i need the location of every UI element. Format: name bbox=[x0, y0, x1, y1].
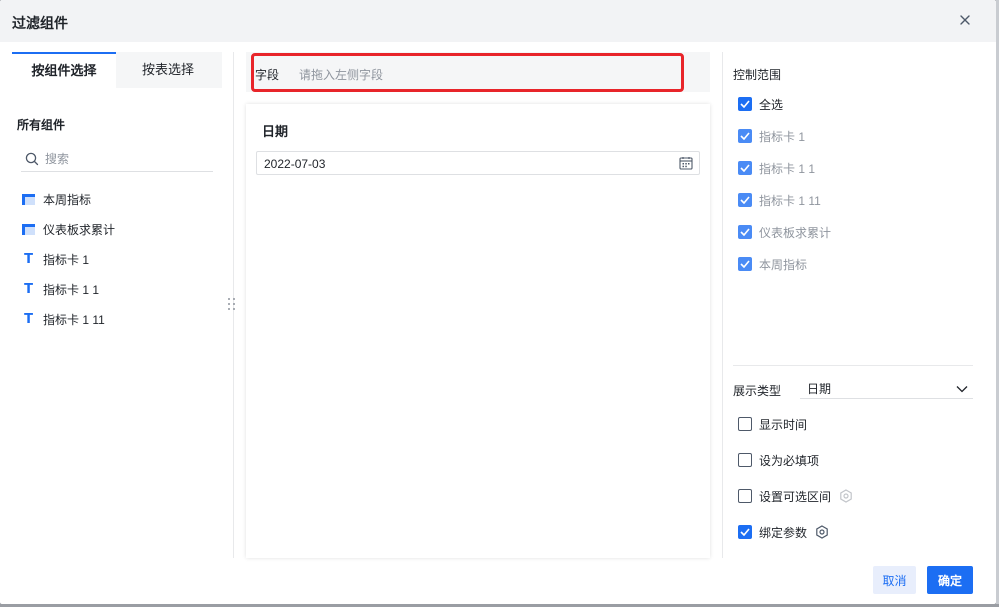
checkbox-label: 指标卡 1 1 bbox=[759, 161, 816, 176]
confirm-button[interactable]: 确定 bbox=[927, 566, 973, 594]
component-selector-panel: 按组件选择 按表选择 所有组件 本周指标 仪表板求累计 T 指 bbox=[12, 52, 222, 558]
checkbox-label: 仪表板求累计 bbox=[759, 225, 832, 240]
cancel-button[interactable]: 取消 bbox=[873, 566, 916, 594]
checkbox-bind-parameter[interactable]: 绑定参数 bbox=[738, 524, 829, 540]
text-icon: T bbox=[24, 251, 33, 267]
tab-by-component[interactable]: 按组件选择 bbox=[12, 52, 116, 88]
right-splitter bbox=[722, 52, 723, 558]
search-input[interactable] bbox=[45, 152, 195, 166]
checkbox-label: 设为必填项 bbox=[759, 453, 820, 468]
list-item-metric-card-1-1[interactable]: T 指标卡 1 1 bbox=[22, 274, 212, 304]
date-value: 2022-07-03 bbox=[264, 157, 326, 171]
component-search bbox=[21, 147, 213, 172]
table-icon bbox=[22, 223, 35, 236]
chevron-down-icon bbox=[956, 382, 968, 396]
checkbox-checked-icon bbox=[738, 525, 752, 539]
display-type-value: 日期 bbox=[807, 382, 832, 396]
checkbox-label: 指标卡 1 11 bbox=[759, 193, 821, 208]
checkbox-metric-card-1-11[interactable]: 指标卡 1 11 bbox=[738, 192, 821, 208]
display-type-select[interactable]: 日期 bbox=[800, 375, 973, 399]
checkbox-label: 设置可选区间 bbox=[759, 489, 832, 504]
list-item-label: 指标卡 1 1 bbox=[43, 282, 100, 297]
checkbox-metric-card-1[interactable]: 指标卡 1 bbox=[738, 128, 805, 144]
checkbox-checked-icon bbox=[738, 129, 752, 143]
checkbox-checked-icon bbox=[738, 257, 752, 271]
display-type-label: 展示类型 bbox=[733, 384, 782, 398]
checkbox-unchecked-icon bbox=[738, 417, 752, 431]
calendar-icon[interactable] bbox=[679, 156, 693, 173]
field-drop-zone[interactable]: 字段 请拖入左侧字段 bbox=[246, 52, 710, 92]
list-item-weekly-metrics[interactable]: 本周指标 bbox=[22, 184, 212, 214]
dialog-title: 过滤组件 bbox=[12, 15, 68, 31]
selector-tabs: 按组件选择 按表选择 bbox=[12, 52, 222, 88]
checkbox-weekly-metrics[interactable]: 本周指标 bbox=[738, 256, 807, 272]
checkbox-label: 显示时间 bbox=[759, 417, 808, 432]
filter-component-dialog: 过滤组件 按组件选择 按表选择 所有组件 本周指标 bbox=[0, 0, 996, 604]
settings-divider bbox=[733, 365, 973, 366]
checkbox-show-time[interactable]: 显示时间 bbox=[738, 416, 807, 432]
checkbox-label: 全选 bbox=[759, 97, 784, 112]
list-item-label: 仪表板求累计 bbox=[43, 222, 116, 237]
checkbox-checked-icon bbox=[738, 161, 752, 175]
list-item-dashboard-cumulative[interactable]: 仪表板求累计 bbox=[22, 214, 212, 244]
checkbox-select-all[interactable]: 全选 bbox=[738, 96, 783, 112]
gear-icon[interactable] bbox=[815, 525, 829, 539]
filter-preview: 日期 2022-07-03 bbox=[246, 104, 710, 558]
all-components-title: 所有组件 bbox=[17, 118, 66, 132]
list-item-metric-card-1-11[interactable]: T 指标卡 1 11 bbox=[22, 304, 212, 334]
list-item-label: 指标卡 1 bbox=[43, 252, 90, 267]
list-item-metric-card-1[interactable]: T 指标卡 1 bbox=[22, 244, 212, 274]
checkbox-label: 指标卡 1 bbox=[759, 129, 806, 144]
close-icon[interactable] bbox=[958, 13, 972, 27]
text-icon: T bbox=[24, 311, 33, 327]
table-icon bbox=[22, 193, 35, 206]
text-icon: T bbox=[24, 281, 33, 297]
checkbox-unchecked-icon bbox=[738, 453, 752, 467]
control-range-title: 控制范围 bbox=[733, 68, 782, 82]
component-list: 本周指标 仪表板求累计 T 指标卡 1 T 指标卡 1 1 T 指标卡 1 11 bbox=[22, 184, 212, 334]
tab-by-table[interactable]: 按表选择 bbox=[116, 52, 220, 88]
search-icon bbox=[25, 152, 39, 166]
checkbox-dashboard-cumulative[interactable]: 仪表板求累计 bbox=[738, 224, 831, 240]
checkbox-label: 本周指标 bbox=[759, 257, 808, 272]
checkbox-checked-icon bbox=[738, 97, 752, 111]
checkbox-label: 绑定参数 bbox=[759, 525, 808, 540]
checkbox-selectable-range[interactable]: 设置可选区间 bbox=[738, 488, 853, 504]
drag-handle-icon[interactable] bbox=[228, 298, 236, 312]
checkbox-checked-icon bbox=[738, 193, 752, 207]
list-item-label: 指标卡 1 11 bbox=[43, 312, 105, 327]
highlight-box bbox=[251, 53, 684, 92]
gear-icon[interactable] bbox=[839, 489, 853, 503]
checkbox-unchecked-icon bbox=[738, 489, 752, 503]
date-picker-input[interactable]: 2022-07-03 bbox=[256, 151, 700, 175]
checkbox-metric-card-1-1[interactable]: 指标卡 1 1 bbox=[738, 160, 815, 176]
list-item-label: 本周指标 bbox=[43, 192, 92, 207]
checkbox-checked-icon bbox=[738, 225, 752, 239]
checkbox-required[interactable]: 设为必填项 bbox=[738, 452, 819, 468]
dialog-header: 过滤组件 bbox=[0, 0, 996, 42]
preview-title: 日期 bbox=[262, 124, 289, 139]
